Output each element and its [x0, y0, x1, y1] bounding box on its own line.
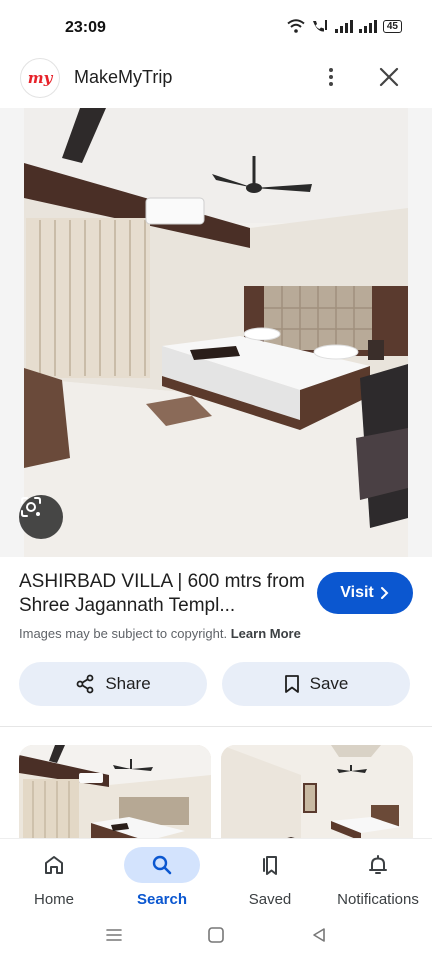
- chevron-right-icon: [380, 587, 389, 599]
- logo-text: my: [27, 69, 53, 87]
- copyright-text: Images may be subject to copyright.: [19, 626, 228, 641]
- nav-saved-icon-wrap: [232, 847, 308, 883]
- save-button[interactable]: Save: [222, 662, 410, 706]
- copyright-notice: Images may be subject to copyright. Lear…: [19, 626, 301, 641]
- bell-icon: [369, 855, 387, 874]
- nav-saved[interactable]: Saved: [230, 839, 310, 919]
- visit-label: Visit: [340, 584, 374, 601]
- signal-icon-2: [358, 19, 377, 33]
- battery-icon: 45: [382, 19, 402, 33]
- bookmark-icon: [284, 675, 299, 693]
- share-label: Share: [105, 674, 151, 693]
- back-icon[interactable]: [310, 926, 328, 944]
- nav-notifications-icon-wrap: [340, 847, 416, 883]
- search-icon: [152, 855, 172, 875]
- call-icon: [312, 20, 327, 32]
- nav-home-label: Home: [33, 891, 74, 908]
- app-logo: my: [20, 58, 60, 98]
- nav-saved-label: Saved: [248, 891, 292, 908]
- save-label: Save: [309, 674, 349, 693]
- close-icon: [379, 67, 399, 87]
- saved-icon: [263, 856, 277, 875]
- home-square-icon[interactable]: [207, 926, 225, 944]
- lens-search-button[interactable]: [19, 495, 63, 539]
- result-title[interactable]: ASHIRBAD VILLA | 600 mtrs from Shree Jag…: [19, 570, 309, 618]
- lens-icon: [21, 497, 41, 517]
- divider: [0, 726, 432, 727]
- nav-search[interactable]: Search: [122, 839, 202, 919]
- close-button[interactable]: [372, 60, 406, 94]
- nav-notifications-label: Notifications: [337, 891, 419, 908]
- recents-icon[interactable]: [104, 926, 124, 944]
- app-title: MakeMyTrip: [74, 67, 173, 87]
- bottom-nav: Home Search Saved Notifications: [0, 838, 432, 918]
- status-bar: 23:09 45: [0, 0, 432, 56]
- nav-notifications[interactable]: Notifications: [330, 839, 426, 919]
- system-nav-bar: [0, 918, 432, 960]
- learn-more-link[interactable]: Learn More: [231, 626, 301, 641]
- visit-button[interactable]: Visit: [317, 572, 413, 614]
- more-vert-icon: [329, 68, 333, 72]
- status-icons: 45: [287, 19, 402, 33]
- signal-icon: [334, 19, 353, 33]
- hero-image[interactable]: [0, 108, 432, 557]
- app-header: my MakeMyTrip: [0, 56, 432, 100]
- home-icon: [45, 856, 63, 874]
- status-time: 23:09: [65, 19, 106, 36]
- nav-search-label: Search: [136, 891, 188, 908]
- wifi-icon: [287, 19, 305, 33]
- nav-home[interactable]: Home: [14, 839, 94, 919]
- nav-home-icon-wrap: [16, 847, 92, 883]
- nav-search-icon-wrap: [124, 847, 200, 883]
- share-button[interactable]: Share: [19, 662, 207, 706]
- more-options-button[interactable]: [318, 62, 344, 92]
- share-icon: [76, 674, 94, 694]
